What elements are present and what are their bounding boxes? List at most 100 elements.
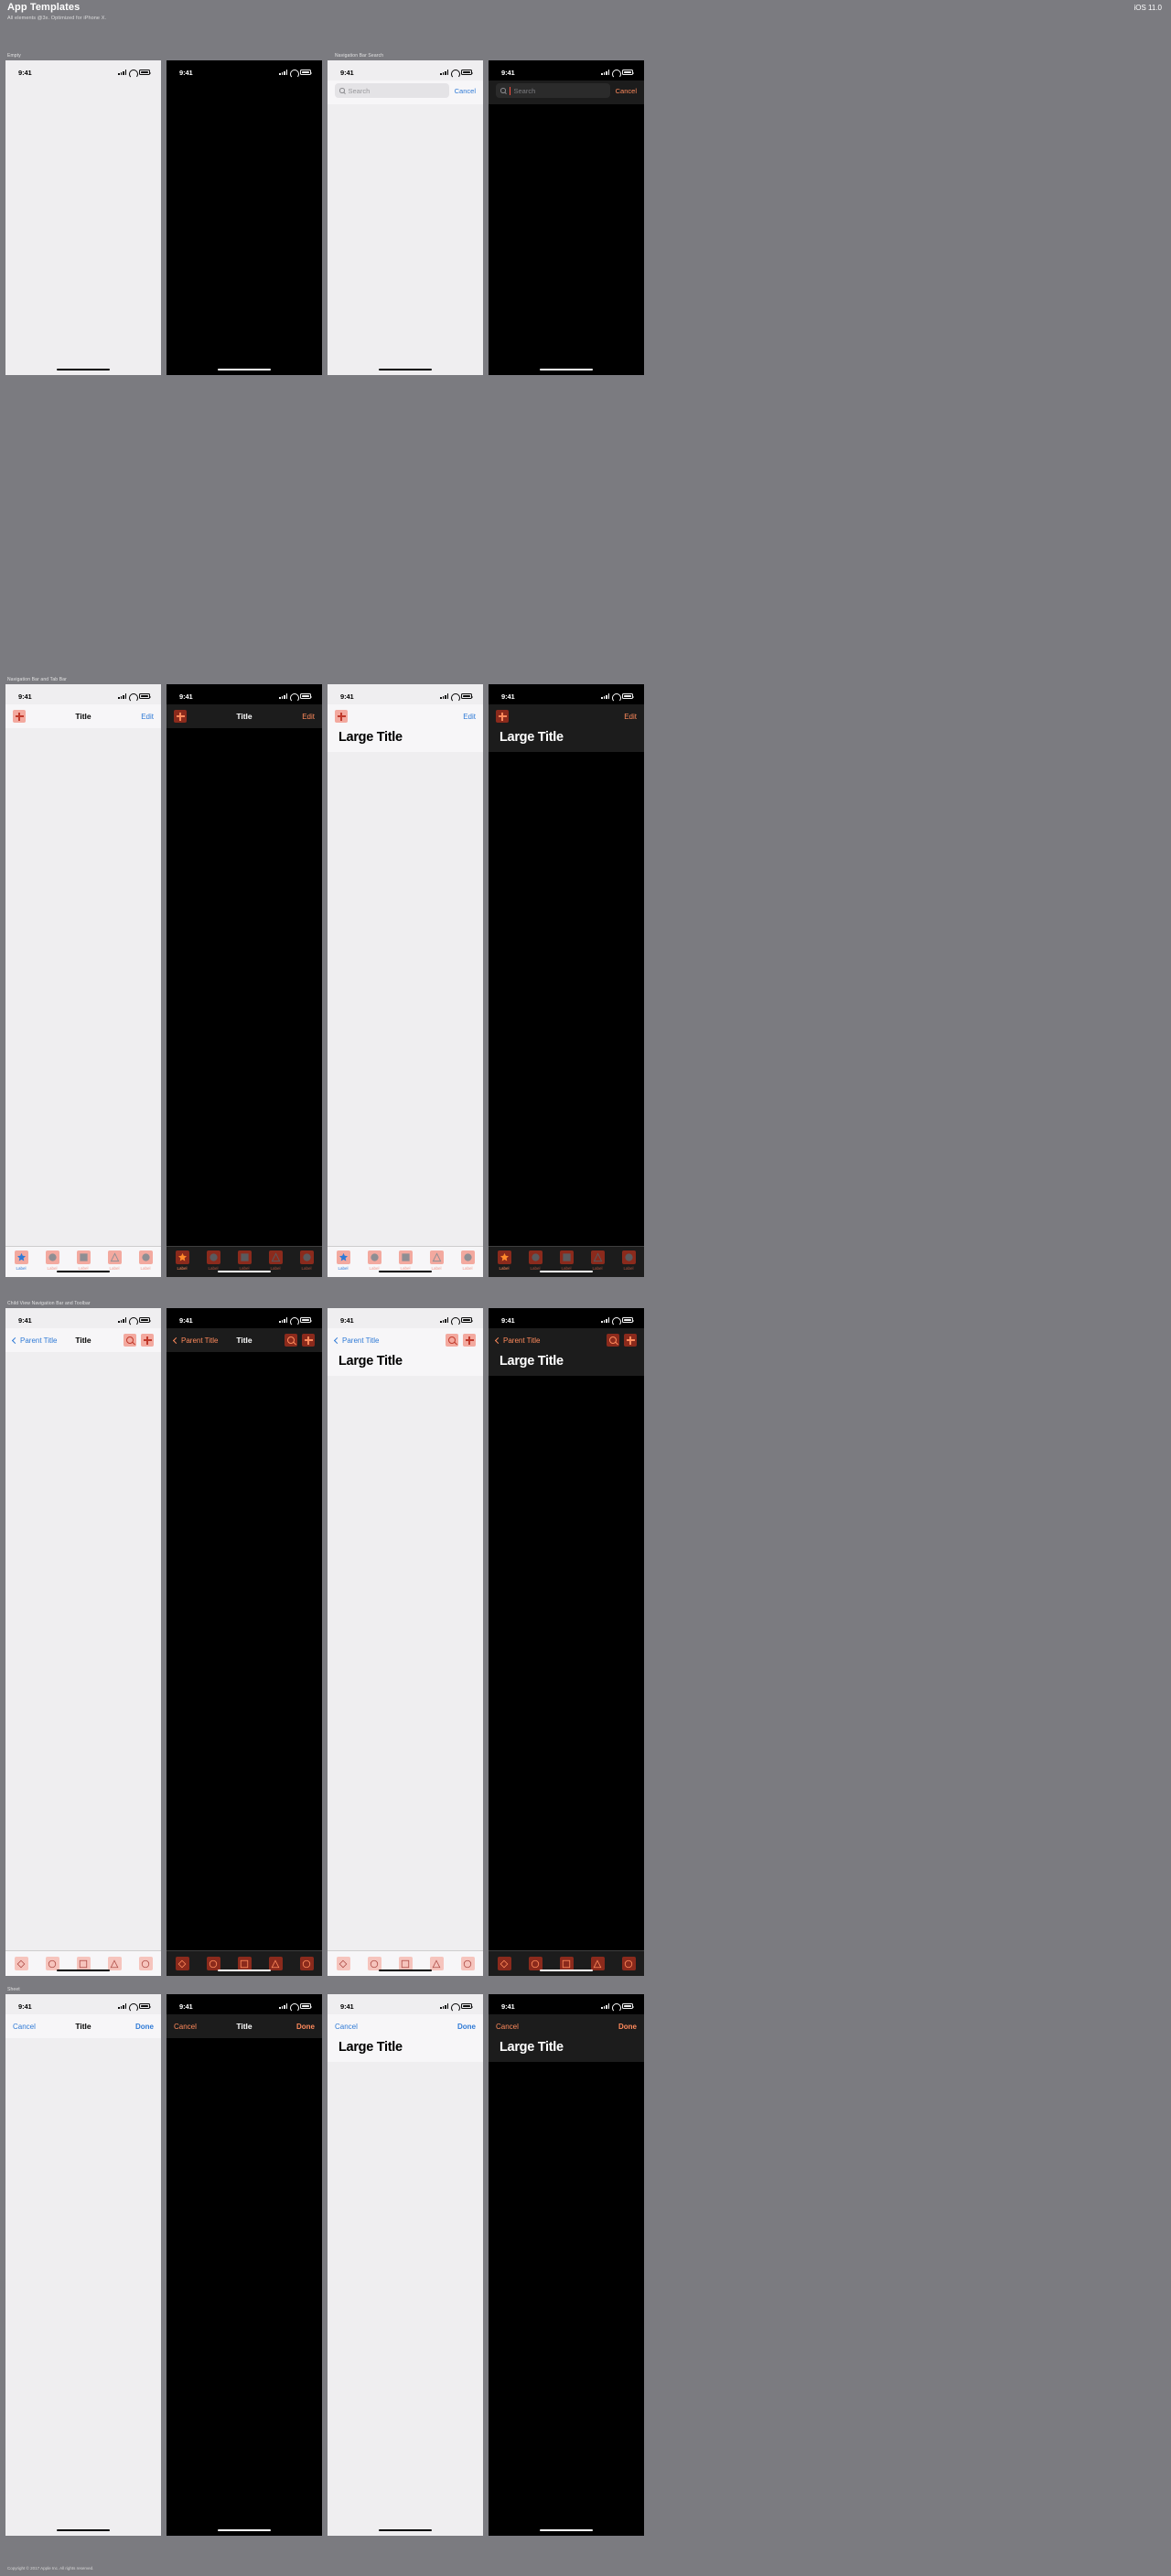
triangle-outline-icon	[268, 1957, 283, 1970]
search-input[interactable]: Search	[335, 83, 449, 98]
toolbar-item-4[interactable]	[452, 1957, 483, 1970]
add-button[interactable]	[141, 1334, 154, 1347]
home-indicator[interactable]	[57, 1270, 110, 1272]
tab-item-0[interactable]: Label	[489, 1250, 520, 1271]
search-cancel-button[interactable]: Cancel	[455, 87, 476, 95]
add-button[interactable]	[335, 710, 348, 723]
back-button[interactable]: Parent Title	[494, 1336, 540, 1345]
add-button[interactable]	[463, 1334, 476, 1347]
cancel-button[interactable]: Cancel	[13, 2023, 36, 2031]
toolbar-item-4[interactable]	[613, 1957, 644, 1970]
home-indicator[interactable]	[379, 2528, 432, 2531]
content-area	[328, 2062, 483, 2536]
cancel-button[interactable]: Cancel	[496, 2023, 519, 2031]
tab-item-1[interactable]: Label	[37, 1250, 68, 1271]
tab-item-3[interactable]: Label	[582, 1250, 613, 1271]
status-bar: 9:41	[328, 60, 483, 80]
tab-item-1[interactable]: Label	[520, 1250, 551, 1271]
status-time: 9:41	[340, 692, 354, 701]
add-button[interactable]	[496, 710, 509, 723]
cellular-bars-icon	[601, 70, 609, 75]
cellular-bars-icon	[440, 70, 448, 75]
tab-item-4[interactable]: Label	[130, 1250, 161, 1271]
battery-icon	[461, 70, 474, 75]
tab-item-2[interactable]: Label	[390, 1250, 421, 1271]
content-area	[5, 80, 161, 375]
edit-button[interactable]: Edit	[141, 713, 154, 721]
tab-item-2[interactable]: Label	[229, 1250, 260, 1271]
home-indicator[interactable]	[57, 1969, 110, 1971]
tab-item-3[interactable]: Label	[99, 1250, 130, 1271]
search-cancel-button[interactable]: Cancel	[616, 87, 637, 95]
tab-item-3[interactable]: Label	[421, 1250, 452, 1271]
large-title-area: Large Title	[489, 1352, 644, 1376]
cancel-button[interactable]: Cancel	[174, 2023, 197, 2031]
home-indicator[interactable]	[57, 368, 110, 370]
toolbar-item-4[interactable]	[291, 1957, 322, 1970]
back-button[interactable]: Parent Title	[333, 1336, 379, 1345]
triangle-icon	[107, 1250, 122, 1264]
home-indicator[interactable]	[540, 1270, 593, 1272]
home-indicator[interactable]	[57, 2528, 110, 2531]
tab-item-1[interactable]: Label	[198, 1250, 229, 1271]
done-button[interactable]: Done	[618, 2023, 637, 2031]
home-indicator[interactable]	[218, 1270, 271, 1272]
nav-right-items: Done	[457, 2023, 476, 2031]
search-input[interactable]: Search	[496, 83, 610, 98]
tab-label-0: Label	[338, 1266, 349, 1271]
home-indicator[interactable]	[218, 368, 271, 370]
edit-button[interactable]: Edit	[302, 713, 315, 721]
done-button[interactable]: Done	[296, 2023, 315, 2031]
done-button[interactable]: Done	[135, 2023, 154, 2031]
edit-button[interactable]: Edit	[463, 713, 476, 721]
square-icon	[237, 1250, 252, 1264]
tab-item-4[interactable]: Label	[613, 1250, 644, 1271]
home-indicator[interactable]	[540, 2528, 593, 2531]
edit-button[interactable]: Edit	[624, 713, 637, 721]
status-bar: 9:41	[489, 1308, 644, 1328]
tab-item-0[interactable]: Label	[167, 1250, 198, 1271]
add-button[interactable]	[302, 1334, 315, 1347]
add-button[interactable]	[174, 710, 187, 723]
navigation-bar: Parent Title	[489, 1328, 644, 1352]
tab-label-4: Label	[462, 1266, 473, 1271]
nav-left-items: Cancel	[496, 2023, 519, 2031]
toolbar-item-0[interactable]	[489, 1957, 520, 1970]
page-title: App Templates	[7, 2, 81, 13]
search-button[interactable]	[446, 1334, 458, 1347]
back-button[interactable]: Parent Title	[172, 1336, 218, 1345]
home-indicator[interactable]	[379, 1270, 432, 1272]
search-button[interactable]	[124, 1334, 136, 1347]
cancel-button[interactable]: Cancel	[335, 2023, 358, 2031]
toolbar-item-0[interactable]	[328, 1957, 359, 1970]
back-button[interactable]: Parent Title	[11, 1336, 57, 1345]
add-button[interactable]	[624, 1334, 637, 1347]
triangle-icon	[429, 1250, 444, 1264]
add-button[interactable]	[13, 710, 26, 723]
tab-item-2[interactable]: Label	[68, 1250, 99, 1271]
toolbar-item-0[interactable]	[167, 1957, 198, 1970]
search-button[interactable]	[607, 1334, 619, 1347]
tab-item-2[interactable]: Label	[551, 1250, 582, 1271]
tab-item-4[interactable]: Label	[452, 1250, 483, 1271]
tab-item-1[interactable]: Label	[359, 1250, 390, 1271]
done-button[interactable]: Done	[457, 2023, 476, 2031]
home-indicator[interactable]	[540, 368, 593, 370]
home-indicator[interactable]	[218, 2528, 271, 2531]
status-icons	[440, 693, 474, 699]
toolbar-item-0[interactable]	[5, 1957, 37, 1970]
toolbar-item-4[interactable]	[130, 1957, 161, 1970]
tab-item-0[interactable]: Label	[328, 1250, 359, 1271]
tab-item-0[interactable]: Label	[5, 1250, 37, 1271]
home-indicator[interactable]	[540, 1969, 593, 1971]
phone-sheet-dark: 9:41 Cancel Title Done	[167, 1994, 322, 2536]
tab-item-3[interactable]: Label	[260, 1250, 291, 1271]
home-indicator[interactable]	[379, 368, 432, 370]
home-indicator[interactable]	[218, 1969, 271, 1971]
home-indicator[interactable]	[379, 1969, 432, 1971]
search-button[interactable]	[285, 1334, 297, 1347]
cellular-bars-icon	[118, 693, 126, 699]
tab-item-4[interactable]: Label	[291, 1250, 322, 1271]
status-time: 9:41	[501, 2002, 515, 2011]
search-icon	[287, 1336, 295, 1344]
